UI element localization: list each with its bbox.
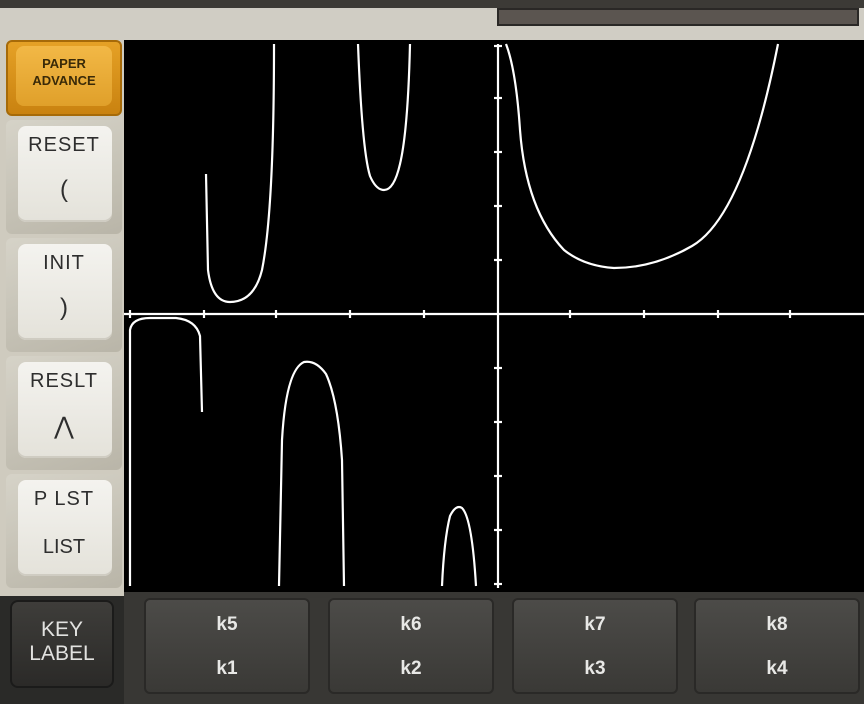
curve-branch-3 [356, 43, 412, 192]
list-label: LIST [42, 536, 86, 558]
reset-label: RESET [28, 134, 100, 156]
softkey-lower-label: k1 [216, 658, 238, 679]
bezel-edge [0, 0, 864, 8]
curve-branch-1 [128, 316, 204, 586]
softkey-k8-k4[interactable]: k8 k4 [694, 598, 860, 694]
graph-screen [124, 40, 864, 592]
caret-label: ⋀ [54, 413, 74, 440]
softkey-row: k5 k1 k6 k2 k7 k3 k8 k4 [124, 592, 864, 704]
key-label-line1: KEY [40, 618, 84, 641]
status-bar [497, 8, 859, 26]
init-button[interactable]: INIT ) [6, 238, 122, 352]
reslt-button[interactable]: RESLT ⋀ [6, 356, 122, 470]
softkey-lower-label: k4 [766, 658, 788, 679]
curve-branch-5 [440, 505, 478, 587]
reslt-label: RESLT [30, 370, 98, 392]
key-label-button[interactable]: KEY LABEL [10, 600, 114, 688]
function-plot [124, 43, 864, 588]
softkey-upper-label: k8 [766, 614, 788, 635]
paper-advance-button[interactable]: PAPER ADVANCE [6, 40, 122, 116]
softkey-k5-k1[interactable]: k5 k1 [144, 598, 310, 694]
softkey-upper-label: k7 [584, 614, 606, 635]
open-paren-label: ( [60, 176, 68, 203]
curve-branch-6 [504, 43, 780, 270]
curve-branch-2 [204, 43, 276, 304]
softkey-upper-label: k5 [216, 614, 238, 635]
init-label: INIT [43, 252, 85, 274]
softkey-lower-label: k3 [584, 658, 606, 679]
curve-branch-4 [277, 360, 346, 587]
paper-advance-label: PAPER ADVANCE [32, 56, 96, 88]
softkey-k7-k3[interactable]: k7 k3 [512, 598, 678, 694]
close-paren-label: ) [60, 294, 68, 321]
plst-button[interactable]: P LST LIST [6, 474, 122, 588]
top-bezel [0, 0, 864, 40]
reset-button[interactable]: RESET ( [6, 120, 122, 234]
softkey-k6-k2[interactable]: k6 k2 [328, 598, 494, 694]
plst-label: P LST [33, 488, 95, 510]
softkey-upper-label: k6 [400, 614, 422, 635]
key-label-line2: LABEL [29, 642, 95, 665]
softkey-lower-label: k2 [400, 658, 422, 679]
